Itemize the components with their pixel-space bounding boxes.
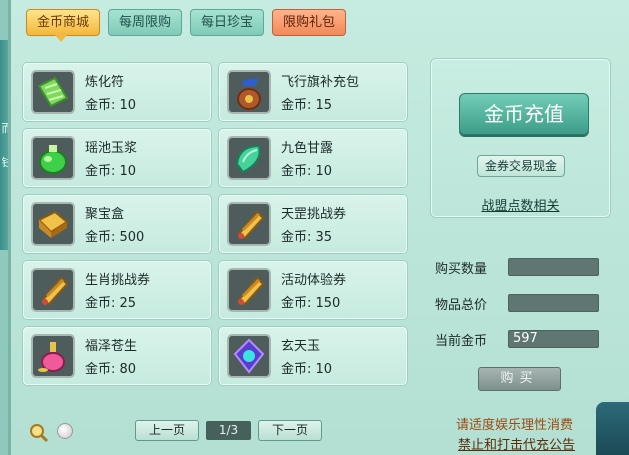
item-slot[interactable]: 炼化符 金币: 10 bbox=[22, 62, 212, 122]
shop-tabs: 金币商城 每周限购 每日珍宝 限购礼包 bbox=[26, 9, 347, 42]
page-indicator: 1/3 bbox=[206, 421, 251, 440]
current-coins-field: 597 bbox=[508, 330, 599, 348]
total-price-field bbox=[508, 294, 599, 312]
moderation-notice: 请适度娱乐理性消费 bbox=[456, 418, 574, 433]
nectar-icon bbox=[227, 136, 271, 180]
quantity-label: 购买数量 bbox=[435, 262, 488, 277]
scroll-icon bbox=[31, 268, 75, 312]
item-price: 金币: 35 bbox=[281, 230, 333, 245]
tab-daily-treasure[interactable]: 每日珍宝 bbox=[190, 9, 265, 36]
buy-button[interactable]: 购买 bbox=[478, 367, 561, 391]
item-slot[interactable]: 生肖挑战券 金币: 25 bbox=[22, 260, 212, 320]
gold-recharge-button[interactable]: 金币充值 bbox=[459, 93, 589, 135]
tab-weekly-limited[interactable]: 每周限购 bbox=[108, 9, 183, 36]
talisman-icon bbox=[31, 70, 75, 114]
item-grid: 炼化符 金币: 10 飞行旗补充包 金币: 15 瑶池玉浆 金币: 10 九色甘… bbox=[22, 62, 414, 386]
tab-limited-gift[interactable]: 限购礼包 bbox=[272, 9, 347, 36]
tab-gold-shop[interactable]: 金币商城 bbox=[26, 9, 101, 42]
item-price: 金币: 150 bbox=[281, 296, 341, 311]
item-name: 福泽苍生 bbox=[85, 339, 138, 354]
item-slot[interactable]: 聚宝盒 金币: 500 bbox=[22, 194, 212, 254]
item-price: 金币: 10 bbox=[85, 164, 137, 179]
item-name: 聚宝盒 bbox=[85, 207, 125, 222]
item-price: 金币: 10 bbox=[281, 164, 333, 179]
item-price: 金币: 80 bbox=[85, 362, 137, 377]
item-price: 金币: 10 bbox=[85, 98, 137, 113]
current-coins-label: 当前金币 bbox=[435, 334, 488, 349]
jade-liquid-icon bbox=[31, 136, 75, 180]
prev-page-button[interactable]: 上一页 bbox=[135, 420, 199, 441]
scroll-icon bbox=[227, 268, 271, 312]
treasure-box-icon bbox=[31, 202, 75, 246]
recharge-panel: 金币充值 金券交易现金 战盟点数相关 bbox=[430, 58, 611, 218]
reset-icon[interactable] bbox=[57, 423, 73, 439]
league-points-link[interactable]: 战盟点数相关 bbox=[431, 195, 610, 214]
quantity-field[interactable] bbox=[508, 258, 599, 276]
corner-ornament bbox=[596, 402, 629, 455]
next-page-button[interactable]: 下一页 bbox=[258, 420, 322, 441]
item-slot[interactable]: 活动体验券 金币: 150 bbox=[218, 260, 408, 320]
coupon-exchange-button[interactable]: 金券交易现金 bbox=[477, 155, 565, 177]
jade-icon bbox=[227, 334, 271, 378]
anti-proxy-notice-link[interactable]: 禁止和打击代充公告 bbox=[458, 434, 575, 453]
item-slot[interactable]: 天罡挑战券 金币: 35 bbox=[218, 194, 408, 254]
item-slot[interactable]: 飞行旗补充包 金币: 15 bbox=[218, 62, 408, 122]
item-name: 炼化符 bbox=[85, 75, 125, 90]
item-name: 活动体验券 bbox=[281, 273, 347, 288]
scroll-icon bbox=[227, 202, 271, 246]
item-slot[interactable]: 玄天玉 金币: 10 bbox=[218, 326, 408, 386]
item-name: 生肖挑战券 bbox=[85, 273, 151, 288]
magnifier-icon[interactable] bbox=[29, 423, 49, 447]
item-price: 金币: 10 bbox=[281, 362, 333, 377]
item-price: 金币: 500 bbox=[85, 230, 145, 245]
item-name: 瑶池玉浆 bbox=[85, 141, 138, 156]
item-price: 金币: 25 bbox=[85, 296, 137, 311]
item-slot[interactable]: 福泽苍生 金币: 80 bbox=[22, 326, 212, 386]
item-name: 玄天玉 bbox=[281, 339, 321, 354]
item-slot[interactable]: 九色甘露 金币: 10 bbox=[218, 128, 408, 188]
item-name: 天罡挑战券 bbox=[281, 207, 347, 222]
item-name: 飞行旗补充包 bbox=[281, 75, 360, 90]
item-name: 九色甘露 bbox=[281, 141, 334, 156]
total-price-label: 物品总价 bbox=[435, 298, 488, 313]
item-price: 金币: 15 bbox=[281, 98, 333, 113]
item-slot[interactable]: 瑶池玉浆 金币: 10 bbox=[22, 128, 212, 188]
potion-icon bbox=[31, 334, 75, 378]
flag-pouch-icon bbox=[227, 70, 271, 114]
